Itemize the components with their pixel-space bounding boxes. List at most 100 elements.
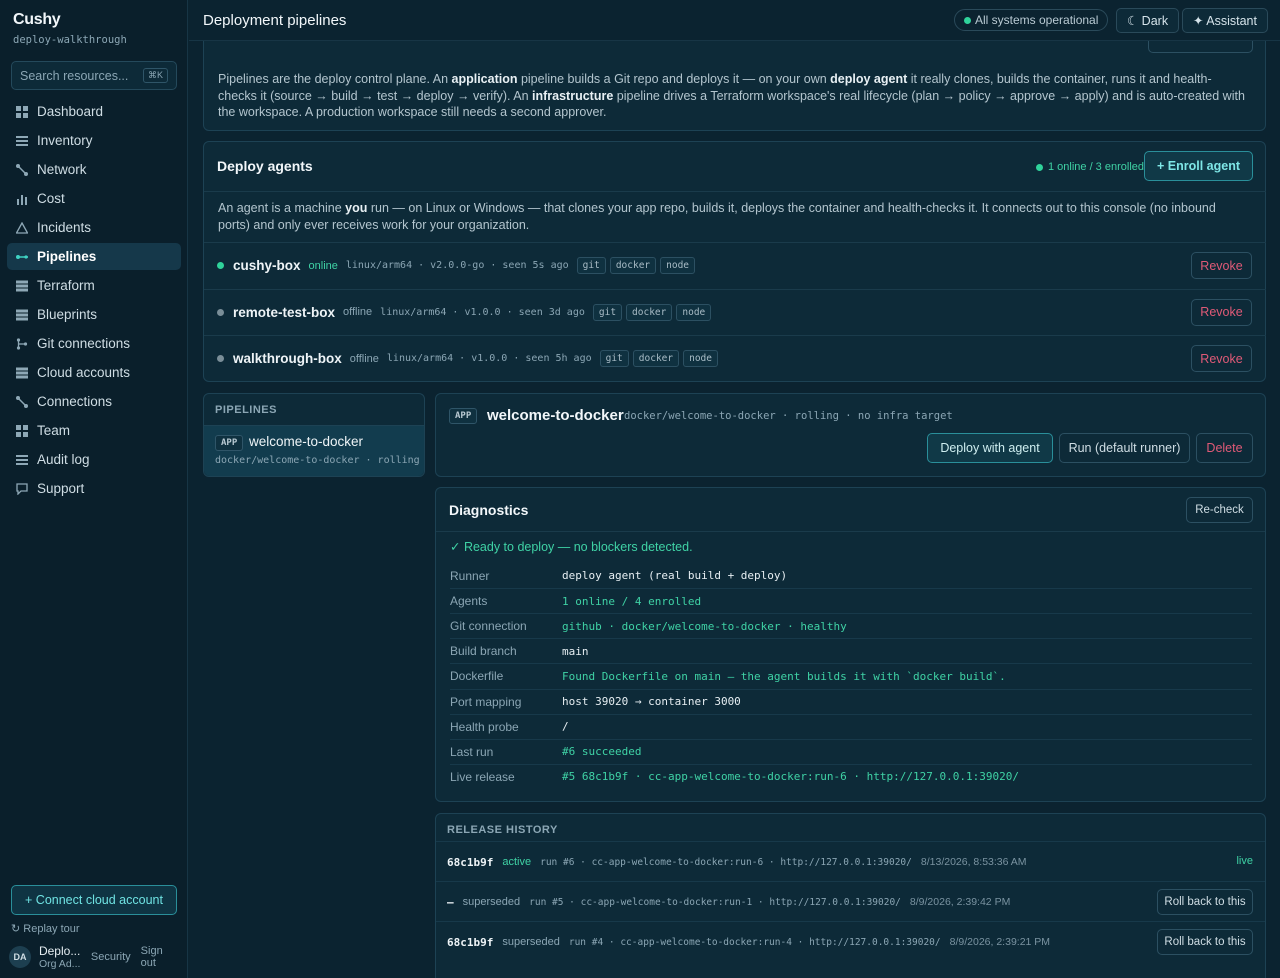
security-link[interactable]: Security xyxy=(91,951,131,963)
system-status-badge[interactable]: All systems operational xyxy=(954,9,1109,31)
diagnostics-value: #6 succeeded xyxy=(562,745,642,759)
sidebar-item-label: Network xyxy=(37,162,87,177)
theme-toggle-button[interactable]: ☾ Dark xyxy=(1116,8,1180,33)
sidebar-item-dashboard[interactable]: Dashboard xyxy=(7,98,181,125)
release-meta: run #5 · cc-app-welcome-to-docker:run-1 … xyxy=(529,896,901,908)
release-status: superseded xyxy=(502,936,560,948)
diagnostics-row: Runner deploy agent (real build + deploy) xyxy=(450,563,1252,588)
sidebar-item-team[interactable]: Team xyxy=(7,417,181,444)
deploy-with-agent-button[interactable]: Deploy with agent xyxy=(927,433,1053,463)
sidebar-item-support[interactable]: Support xyxy=(7,475,181,502)
agent-capability-tag: node xyxy=(676,303,712,321)
diagnostics-value: #5 68c1b9f · cc-app-welcome-to-docker:ru… xyxy=(562,770,1019,784)
roll-back-button[interactable]: Roll back to this xyxy=(1157,929,1253,955)
search-input[interactable]: Search resources... ⌘K xyxy=(11,61,177,90)
network-icon xyxy=(16,163,28,176)
sidebar-item-cost[interactable]: Cost xyxy=(7,185,181,212)
pipelines-section-label: PIPELINES xyxy=(215,404,277,416)
release-status: superseded xyxy=(462,896,521,908)
release-sha: – xyxy=(447,895,454,909)
pipeline-item-name: welcome-to-docker xyxy=(249,434,364,449)
user-role: Org Ad... xyxy=(38,958,81,970)
sidebar-item-label: Inventory xyxy=(37,133,93,148)
grid-icon xyxy=(16,424,28,437)
list-icon xyxy=(16,135,28,147)
diagnostics-row: Dockerfile Found Dockerfile on main — the… xyxy=(450,663,1252,688)
git-branch-icon xyxy=(16,337,28,350)
sidebar-item-cloud-accounts[interactable]: Cloud accounts xyxy=(7,359,181,386)
diagnostics-row: Git connection github · docker/welcome-to… xyxy=(450,613,1252,638)
user-info: Deplo... Org Ad... xyxy=(39,944,81,970)
sidebar-item-incidents[interactable]: Incidents xyxy=(7,214,181,241)
deploy-agents-card: Deploy agents 1 online / 3 enrolled + En… xyxy=(203,141,1266,382)
release-sha: 68c1b9f xyxy=(447,855,494,869)
recheck-button[interactable]: Re-check xyxy=(1186,497,1253,523)
revoke-agent-button[interactable]: Revoke xyxy=(1191,252,1252,279)
sidebar-item-label: Pipelines xyxy=(37,249,97,264)
pipeline-item-meta: docker/welcome-to-docker · rolling xyxy=(215,455,420,466)
page-title: Deployment pipelines xyxy=(203,12,347,29)
sidebar-item-inventory[interactable]: Inventory xyxy=(7,127,181,154)
agent-capability-tag: docker xyxy=(632,350,680,367)
top-header: Deployment pipelines All systems operati… xyxy=(189,0,1280,41)
connect-cloud-account-button[interactable]: + Connect cloud account xyxy=(11,885,177,915)
pipeline-meta: docker/welcome-to-docker · rolling · no … xyxy=(624,410,953,422)
sidebar-item-audit-log[interactable]: Audit log xyxy=(7,446,181,473)
agent-capability-tag: docker xyxy=(609,257,657,274)
diagnostics-key: Last run xyxy=(450,744,494,759)
agents-description: An agent is a machine you run — on Linux… xyxy=(218,200,1248,233)
sidebar-item-blueprints[interactable]: Blueprints xyxy=(7,301,181,328)
agents-desc-text: run — on Linux or Windows — that clones … xyxy=(218,201,1216,232)
agent-row: cushy-box online linux/arm64 · v2.0.0-go ·… xyxy=(204,242,1266,288)
diagnostics-value: host 39020 → container 3000 xyxy=(562,695,741,708)
sidebar-item-terraform[interactable]: Terraform xyxy=(7,272,181,299)
sign-out-link[interactable]: Sign out xyxy=(141,945,181,969)
revoke-agent-button[interactable]: Revoke xyxy=(1191,298,1252,326)
agent-state: offline xyxy=(343,306,373,318)
diagnostics-title: Diagnostics xyxy=(449,502,529,518)
run-default-runner-button[interactable]: Run (default runner) xyxy=(1059,433,1190,463)
release-time: 8/9/2026, 2:39:21 PM xyxy=(949,936,1051,948)
user-menu: DA Deplo... Org Ad... Security Sign out xyxy=(9,944,181,970)
delete-pipeline-button[interactable]: Delete xyxy=(1196,433,1253,463)
sidebar-item-connections[interactable]: Connections xyxy=(7,388,181,415)
agent-capability-tag: git xyxy=(599,350,629,367)
diagnostics-key: Live release xyxy=(450,769,515,784)
sidebar-item-label: Terraform xyxy=(37,278,95,293)
avatar[interactable]: DA xyxy=(9,946,31,968)
replay-tour-link[interactable]: ↻ Replay tour xyxy=(11,922,80,935)
diagnostics-value: main xyxy=(562,644,589,658)
warning-icon xyxy=(16,221,28,234)
agent-name: remote-test-box xyxy=(233,304,336,320)
sidebar-item-pipelines[interactable]: Pipelines xyxy=(7,243,181,270)
diagnostics-key: Health probe xyxy=(450,719,519,734)
sidebar-item-label: Cloud accounts xyxy=(37,365,131,380)
agents-status: 1 online / 3 enrolled xyxy=(1035,161,1144,173)
diagnostics-value: github · docker/welcome-to-docker · heal… xyxy=(562,619,847,633)
intro-text: Pipelines are the deploy control plane. … xyxy=(218,72,452,86)
agents-status-label: 1 online / 3 enrolled xyxy=(1047,161,1144,173)
release-history-card: RELEASE HISTORY 68c1b9f active run #6 · cc… xyxy=(435,813,1266,978)
diagnostics-row: Build branch main xyxy=(450,638,1252,663)
brand-logo[interactable]: Cushy xyxy=(13,11,61,29)
sidebar-item-network[interactable]: Network xyxy=(7,156,181,183)
enroll-agent-button[interactable]: + Enroll agent xyxy=(1143,151,1253,181)
roll-back-button[interactable]: Roll back to this xyxy=(1157,889,1253,915)
diagnostics-key: Dockerfile xyxy=(450,669,504,684)
diagnostics-value: deploy agent (real build + deploy) xyxy=(562,569,788,582)
revoke-agent-button[interactable]: Revoke xyxy=(1191,345,1252,372)
pipeline-list-item[interactable]: APP welcome-to-docker docker/welcome-to-… xyxy=(204,425,424,476)
pipelines-list-card: PIPELINES APP welcome-to-docker docker/w… xyxy=(203,393,425,477)
sidebar-item-git-connections[interactable]: Git connections xyxy=(7,330,181,357)
sidebar-item-label: Cost xyxy=(37,191,65,206)
sidebar-nav: Dashboard Inventory Network Cost Incidents Pi… xyxy=(7,98,181,504)
stack-icon xyxy=(16,280,28,292)
agent-meta: linux/arm64 · v2.0.0-go · seen 5s ago xyxy=(345,260,569,271)
assistant-button[interactable]: ✦ Assistant xyxy=(1182,8,1268,33)
agent-capability-tag: docker xyxy=(626,303,673,321)
replay-icon: ↻ xyxy=(11,923,24,935)
intro-text: pipeline builds a Git repo and deploys i… xyxy=(517,72,831,86)
stack-icon xyxy=(16,309,28,321)
diagnostics-row: Live release #5 68c1b9f · cc-app-welcome-… xyxy=(450,763,1252,789)
release-meta: run #4 · cc-app-welcome-to-docker:run-4 … xyxy=(568,936,941,948)
